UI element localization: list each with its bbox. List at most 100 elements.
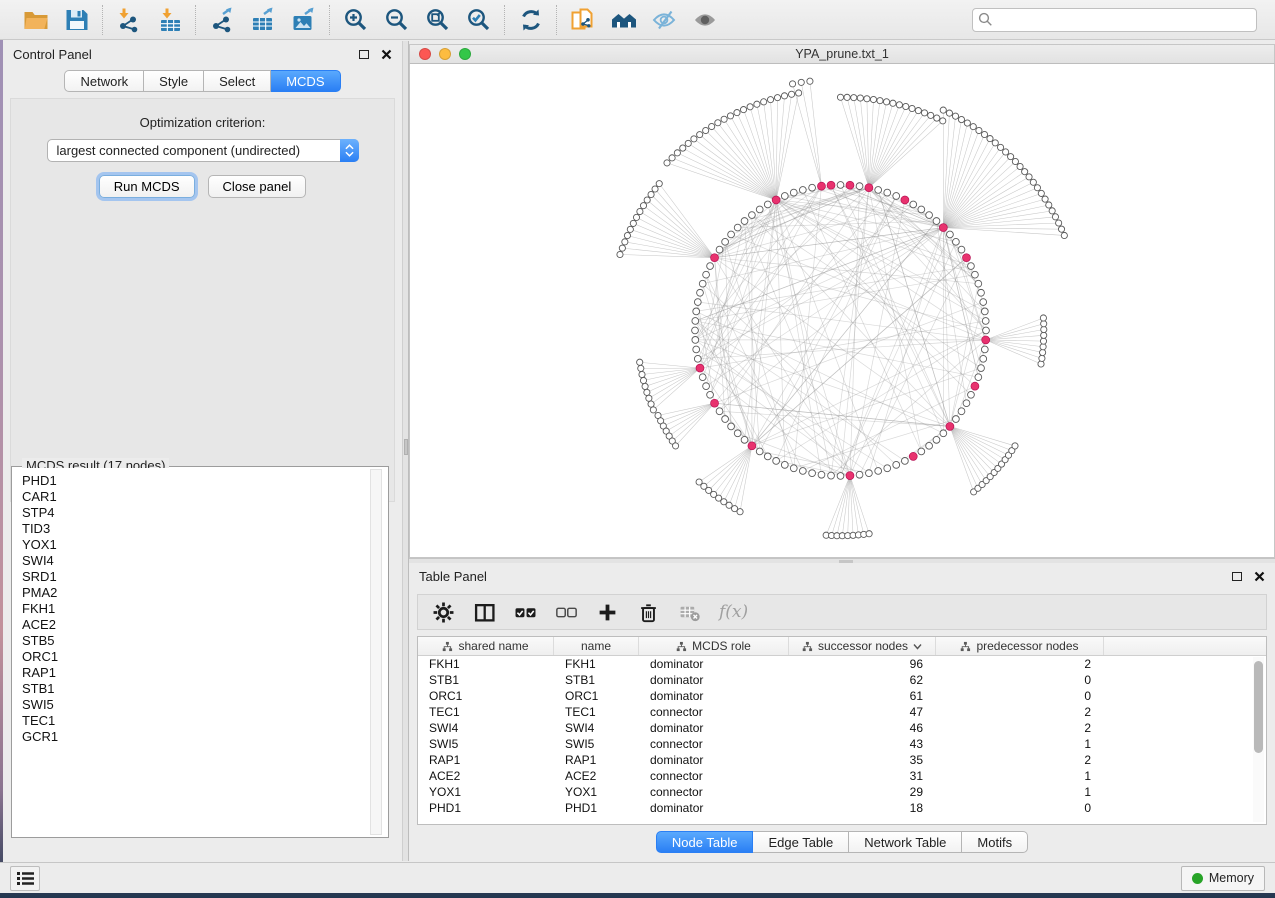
mcds-result-item[interactable]: SRD1 [22, 569, 387, 585]
tab-edge-table[interactable]: Edge Table [753, 831, 849, 853]
network-canvas[interactable]: .chord{stroke:#8a8a8a;stroke-opacity:.32… [409, 64, 1275, 558]
cell-shared_name: SWI4 [418, 721, 554, 735]
new-network-from-selection-icon[interactable] [569, 6, 596, 33]
task-history-button[interactable] [10, 866, 40, 891]
mcds-result-list[interactable]: PHD1CAR1STP4TID3YOX1SWI4SRD1PMA2FKH1ACE2… [13, 468, 387, 836]
show-all-icon[interactable] [692, 6, 719, 33]
export-image-icon[interactable] [290, 6, 317, 33]
import-network-icon[interactable] [115, 6, 142, 33]
column-header-successor-nodes[interactable]: successor nodes [789, 637, 936, 655]
mcds-result-item[interactable]: ACE2 [22, 617, 387, 633]
cell-successor_nodes: 61 [789, 689, 936, 703]
mcds-result-item[interactable]: SWI5 [22, 697, 387, 713]
column-header-name[interactable]: name [554, 637, 639, 655]
zoom-in-icon[interactable] [342, 6, 369, 33]
unselect-all-columns-icon[interactable] [555, 601, 577, 623]
table-toolbar: f(x) [417, 594, 1267, 630]
vertical-splitter[interactable] [402, 41, 409, 861]
apply-layout-icon[interactable] [517, 6, 544, 33]
close-panel-button[interactable]: Close panel [208, 175, 307, 198]
mcds-result-item[interactable]: STP4 [22, 505, 387, 521]
table-row[interactable]: SWI5SWI5connector431 [418, 736, 1266, 752]
zoom-fit-icon[interactable] [424, 6, 451, 33]
mcds-result-item[interactable]: STB5 [22, 633, 387, 649]
mcds-result-scrollbar[interactable] [370, 469, 382, 835]
float-panel-icon[interactable] [1232, 572, 1242, 581]
table-row[interactable]: YOX1YOX1connector291 [418, 784, 1266, 800]
tab-mcds[interactable]: MCDS [271, 70, 340, 92]
table-row[interactable]: PHD1PHD1dominator180 [418, 800, 1266, 816]
table-row[interactable]: RAP1RAP1dominator352 [418, 752, 1266, 768]
close-panel-icon[interactable] [1254, 571, 1265, 582]
cell-predecessor_nodes: 1 [936, 785, 1104, 799]
network-window: YPA_prune.txt_1 .chord{stroke:#8a8a8a;st… [409, 41, 1275, 558]
table-row[interactable]: ORC1ORC1dominator610 [418, 688, 1266, 704]
save-icon[interactable] [63, 6, 90, 33]
cell-predecessor_nodes: 2 [936, 705, 1104, 719]
import-table-icon[interactable] [156, 6, 183, 33]
mcds-result-item[interactable]: STB1 [22, 681, 387, 697]
cell-predecessor_nodes: 0 [936, 673, 1104, 687]
column-header-predecessor-nodes[interactable]: predecessor nodes [936, 637, 1104, 655]
column-layout-icon[interactable] [473, 601, 495, 623]
mcds-result-item[interactable]: RAP1 [22, 665, 387, 681]
mcds-result-item[interactable]: FKH1 [22, 601, 387, 617]
export-table-icon[interactable] [249, 6, 276, 33]
mcds-result-item[interactable]: ORC1 [22, 649, 387, 665]
mcds-result-item[interactable]: GCR1 [22, 729, 387, 745]
search-input[interactable] [972, 8, 1257, 32]
first-neighbors-icon[interactable] [610, 6, 637, 33]
add-column-icon[interactable] [596, 601, 618, 623]
cell-shared_name: PHD1 [418, 801, 554, 815]
table-row[interactable]: SWI4SWI4dominator462 [418, 720, 1266, 736]
memory-button[interactable]: Memory [1181, 866, 1265, 891]
namespace-icon [802, 641, 813, 652]
cell-mcds_role: dominator [639, 657, 789, 671]
table-row[interactable]: TEC1TEC1connector472 [418, 704, 1266, 720]
cell-name: SWI5 [554, 737, 639, 751]
cell-shared_name: SWI5 [418, 737, 554, 751]
tab-network-table[interactable]: Network Table [849, 831, 962, 853]
mcds-result-item[interactable]: TEC1 [22, 713, 387, 729]
export-network-icon[interactable] [208, 6, 235, 33]
optimization-criterion-select[interactable]: largest connected component (undirected) [47, 139, 359, 162]
toolbar-group [330, 6, 504, 33]
close-panel-icon[interactable] [381, 49, 392, 60]
float-panel-icon[interactable] [359, 50, 369, 59]
scrollbar-thumb[interactable] [1254, 661, 1263, 753]
cell-shared_name: RAP1 [418, 753, 554, 767]
mcds-result-item[interactable]: YOX1 [22, 537, 387, 553]
zoom-selected-icon[interactable] [465, 6, 492, 33]
zoom-out-icon[interactable] [383, 6, 410, 33]
table-settings-icon[interactable] [432, 601, 454, 623]
delete-column-icon[interactable] [637, 601, 659, 623]
column-header-MCDS-role[interactable]: MCDS role [639, 637, 789, 655]
run-mcds-button[interactable]: Run MCDS [99, 175, 195, 198]
table-row[interactable]: STB1STB1dominator620 [418, 672, 1266, 688]
table-row[interactable]: FKH1FKH1dominator962 [418, 656, 1266, 672]
tab-select[interactable]: Select [204, 70, 271, 92]
network-window-titlebar[interactable]: YPA_prune.txt_1 [409, 44, 1275, 64]
mcds-result-item[interactable]: TID3 [22, 521, 387, 537]
tab-network[interactable]: Network [64, 70, 144, 92]
tab-style[interactable]: Style [144, 70, 204, 92]
toolbar-icon-groups [10, 5, 731, 35]
function-builder-icon: f(x) [719, 601, 748, 623]
tab-motifs[interactable]: Motifs [962, 831, 1028, 853]
mcds-result-item[interactable]: CAR1 [22, 489, 387, 505]
table-scrollbar[interactable] [1253, 657, 1264, 822]
splitter-grip[interactable] [404, 439, 408, 455]
hide-selected-icon[interactable] [651, 6, 678, 33]
tab-node-table[interactable]: Node Table [656, 831, 754, 853]
mcds-result-item[interactable]: SWI4 [22, 553, 387, 569]
open-icon[interactable] [22, 6, 49, 33]
column-header-shared-name[interactable]: shared name [418, 637, 554, 655]
mcds-result-item[interactable]: PMA2 [22, 585, 387, 601]
optimization-criterion-label: Optimization criterion: [11, 99, 394, 130]
cell-mcds_role: dominator [639, 721, 789, 735]
cell-mcds_role: dominator [639, 753, 789, 767]
memory-status-icon [1192, 873, 1203, 884]
select-all-columns-icon[interactable] [514, 601, 536, 623]
mcds-result-item[interactable]: PHD1 [22, 473, 387, 489]
table-row[interactable]: ACE2ACE2connector311 [418, 768, 1266, 784]
